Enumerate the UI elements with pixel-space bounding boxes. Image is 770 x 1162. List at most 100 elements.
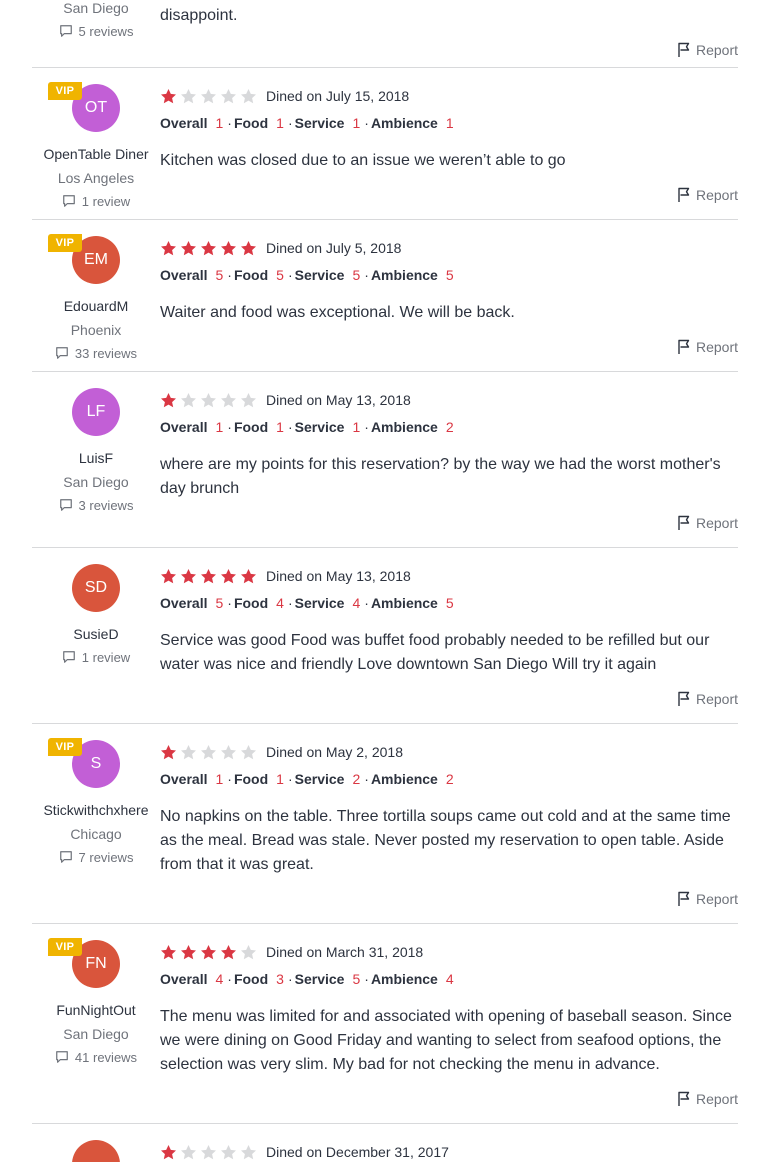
reviewer-review-count: 5 reviews bbox=[32, 22, 160, 42]
star-empty-icon bbox=[201, 392, 216, 407]
reviewer-name[interactable]: OpenTable Diner bbox=[32, 144, 160, 164]
reviewer-review-count: 1 review bbox=[32, 192, 160, 212]
review-body: disappoint. Report bbox=[160, 0, 738, 67]
food-rating: 1 bbox=[276, 419, 284, 435]
review-card: VIP OT OpenTable Diner Los Angeles 1 rev… bbox=[32, 68, 738, 220]
reviewer-review-count: 1 review bbox=[32, 648, 160, 668]
ambience-rating: 5 bbox=[445, 267, 454, 283]
overall-label: Overall bbox=[160, 115, 208, 131]
reviewer-name[interactable]: LuisF bbox=[32, 448, 160, 468]
report-button[interactable]: Report bbox=[160, 187, 738, 203]
reviewer-name[interactable]: SusieD bbox=[32, 624, 160, 644]
reviewer-info: LF LuisF San Diego 3 reviews bbox=[32, 372, 160, 547]
star-filled-icon bbox=[181, 568, 196, 583]
star-rating bbox=[160, 744, 260, 761]
service-rating: 1 bbox=[352, 419, 361, 435]
food-label: Food bbox=[233, 419, 269, 435]
report-button[interactable]: Report bbox=[160, 891, 738, 907]
reviewer-location: San Diego bbox=[63, 0, 129, 16]
dined-date: Dined on July 5, 2018 bbox=[266, 240, 402, 256]
star-empty-icon bbox=[201, 1144, 216, 1159]
flag-icon bbox=[678, 691, 690, 706]
ambience-rating: 2 bbox=[445, 419, 454, 435]
report-button[interactable]: Report bbox=[160, 1091, 738, 1107]
star-empty-icon bbox=[181, 744, 196, 759]
star-filled-icon bbox=[201, 568, 216, 583]
food-label: Food bbox=[233, 115, 269, 131]
ambience-rating: 4 bbox=[445, 971, 454, 987]
vip-badge: VIP bbox=[48, 82, 82, 100]
star-filled-icon bbox=[161, 88, 176, 103]
review-card: Dined on December 31, 2017 bbox=[32, 1124, 738, 1162]
report-button[interactable]: Report bbox=[160, 42, 738, 58]
reviewer-info: VIP S Stickwithchxhere Chicago 7 reviews bbox=[32, 724, 160, 923]
review-text: disappoint. bbox=[160, 7, 238, 24]
star-filled-icon bbox=[161, 744, 176, 759]
reviewer-name[interactable]: Stickwithchxhere bbox=[32, 800, 160, 820]
review-text: Waiter and food was exceptional. We will… bbox=[160, 304, 515, 321]
overall-label: Overall bbox=[160, 971, 208, 987]
reviewer-info: VIP FN FunNightOut San Diego 41 reviews bbox=[32, 924, 160, 1123]
star-empty-icon bbox=[241, 944, 256, 959]
star-empty-icon bbox=[241, 88, 256, 103]
food-label: Food bbox=[233, 771, 269, 787]
flag-icon bbox=[678, 891, 690, 906]
star-filled-icon bbox=[161, 392, 176, 407]
rating-line: Dined on July 15, 2018 bbox=[160, 86, 738, 106]
star-filled-icon bbox=[241, 240, 256, 255]
reviewer-info: San Diego 5 reviews bbox=[32, 0, 160, 67]
overall-label: Overall bbox=[160, 771, 208, 787]
review-card: VIP S Stickwithchxhere Chicago 7 reviews… bbox=[32, 724, 738, 924]
star-filled-icon bbox=[181, 240, 196, 255]
star-empty-icon bbox=[181, 392, 196, 407]
vip-badge: VIP bbox=[48, 738, 82, 756]
service-rating: 5 bbox=[352, 971, 361, 987]
rating-line: Dined on May 13, 2018 bbox=[160, 390, 738, 410]
star-empty-icon bbox=[241, 744, 256, 759]
overall-label: Overall bbox=[160, 267, 208, 283]
star-rating bbox=[160, 240, 260, 257]
reviewer-name[interactable]: EdouardM bbox=[32, 296, 160, 316]
reviewer-location: San Diego bbox=[63, 474, 129, 490]
report-button[interactable]: Report bbox=[160, 515, 738, 531]
star-empty-icon bbox=[181, 1144, 196, 1159]
reviewer-info: VIP OT OpenTable Diner Los Angeles 1 rev… bbox=[32, 68, 160, 219]
speech-bubble-icon bbox=[59, 851, 72, 863]
star-empty-icon bbox=[221, 744, 236, 759]
report-button[interactable]: Report bbox=[160, 691, 738, 707]
star-filled-icon bbox=[181, 944, 196, 959]
review-card: VIP FN FunNightOut San Diego 41 reviews … bbox=[32, 924, 738, 1124]
service-rating: 2 bbox=[352, 771, 361, 787]
reviewer-name[interactable]: FunNightOut bbox=[32, 1000, 160, 1020]
report-button[interactable]: Report bbox=[160, 339, 738, 355]
speech-bubble-icon bbox=[62, 195, 75, 207]
star-filled-icon bbox=[201, 944, 216, 959]
star-empty-icon bbox=[221, 88, 236, 103]
star-rating bbox=[160, 944, 260, 961]
service-rating: 1 bbox=[352, 115, 361, 131]
review-card: SD SusieD 1 review Dined on May 13, 2018… bbox=[32, 548, 738, 724]
food-rating: 4 bbox=[276, 595, 284, 611]
reviewer-review-count: 41 reviews bbox=[32, 1048, 160, 1068]
avatar[interactable]: SD bbox=[72, 564, 120, 612]
sub-ratings: Overall 4 · Food 3 · Service 5 · Ambience 4 bbox=[160, 971, 454, 987]
avatar[interactable]: LF bbox=[72, 388, 120, 436]
flag-icon bbox=[678, 515, 690, 530]
service-label: Service bbox=[294, 971, 345, 987]
star-empty-icon bbox=[201, 88, 216, 103]
ambience-label: Ambience bbox=[370, 419, 438, 435]
overall-rating: 5 bbox=[215, 595, 224, 611]
review-body: Dined on May 2, 2018 Overall 1 · Food 1 · Serv… bbox=[160, 724, 738, 923]
dined-date: Dined on May 13, 2018 bbox=[266, 568, 411, 584]
flag-icon bbox=[678, 339, 690, 354]
review-text: Service was good Food was buffet food pr… bbox=[160, 632, 710, 673]
review-card: VIP EM EdouardM Phoenix 33 reviews Dined… bbox=[32, 220, 738, 372]
star-filled-icon bbox=[221, 240, 236, 255]
star-empty-icon bbox=[241, 1144, 256, 1159]
avatar[interactable] bbox=[72, 1140, 120, 1162]
review-text: Kitchen was closed due to an issue we we… bbox=[160, 152, 566, 169]
dined-date: Dined on May 13, 2018 bbox=[266, 392, 411, 408]
star-rating bbox=[160, 568, 260, 585]
reviewer-location: Los Angeles bbox=[57, 170, 135, 186]
reviewer-location: Phoenix bbox=[70, 322, 122, 338]
